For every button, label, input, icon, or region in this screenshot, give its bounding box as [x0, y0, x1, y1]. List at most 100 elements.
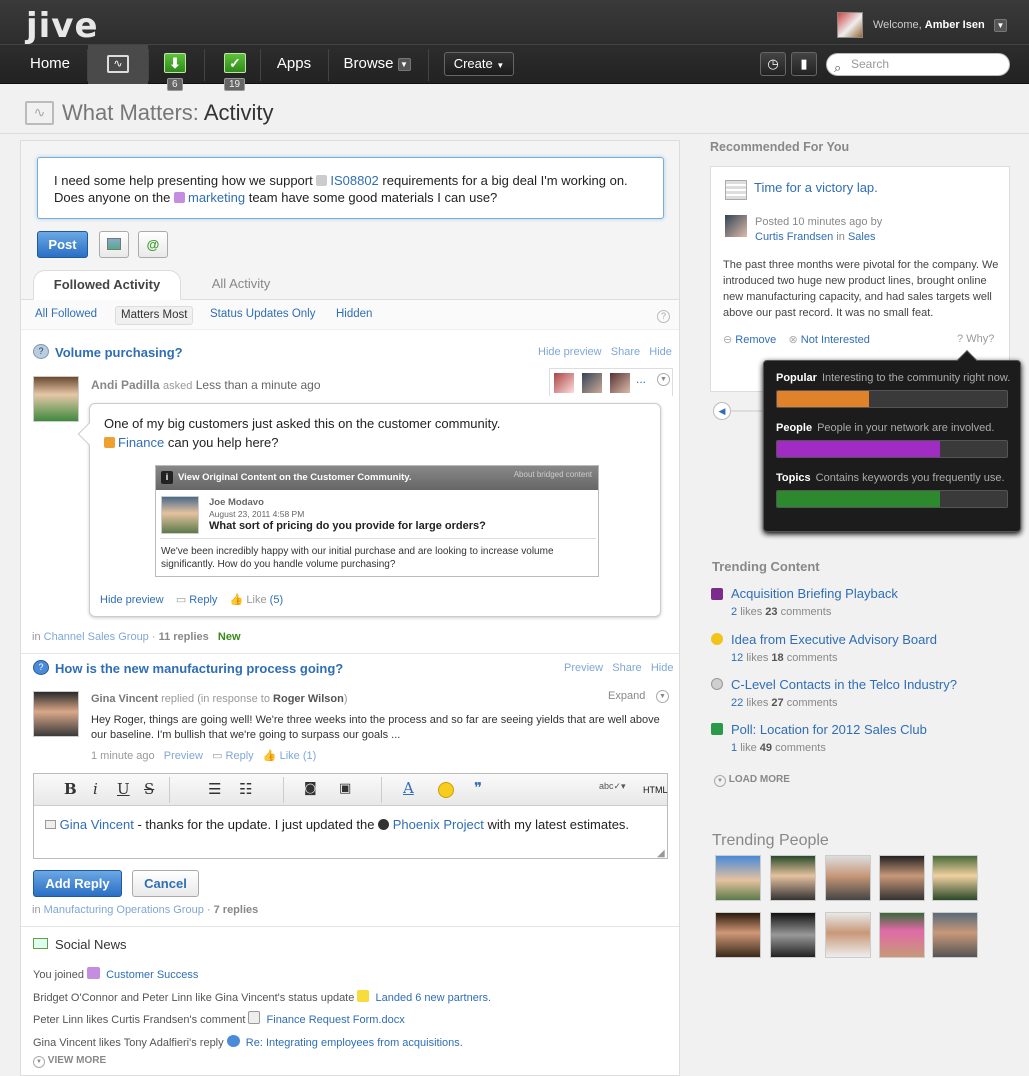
composer-group-link[interactable]: marketing [188, 190, 245, 205]
nav-apps[interactable]: Apps [262, 45, 326, 84]
avatar[interactable] [825, 855, 871, 901]
trending-item-title[interactable]: Poll: Location for 2012 Sales Club [731, 722, 927, 737]
like-count[interactable]: (5) [270, 594, 283, 606]
bridge-header-link[interactable]: View Original Content on the Customer Co… [178, 472, 411, 483]
user-avatar[interactable] [837, 12, 863, 38]
news-link[interactable]: Re: Integrating employees from acquisiti… [246, 1037, 463, 1049]
reply-link[interactable]: Reply [189, 594, 217, 606]
filter-hidden[interactable]: Hidden [331, 306, 377, 325]
why-link[interactable]: ? Why? [957, 333, 994, 345]
spellcheck-icon[interactable]: abc✓▾ [599, 781, 626, 792]
quote-icon[interactable]: ❞ [474, 779, 482, 797]
group-link[interactable]: Sales [848, 231, 876, 243]
user-menu-chevron-icon[interactable]: ▼ [994, 19, 1007, 32]
group-link[interactable]: Channel Sales Group [44, 631, 149, 643]
video-icon[interactable]: ▣ [339, 781, 351, 796]
tasks-icon[interactable]: ✓ [224, 53, 246, 73]
avatar[interactable] [725, 215, 747, 237]
numbered-list-icon[interactable]: ☷ [239, 780, 252, 798]
avatar[interactable] [879, 855, 925, 901]
avatar[interactable] [161, 496, 199, 534]
nav-browse[interactable]: Browse ▼ [334, 45, 420, 84]
search-input[interactable]: ⌕ Search [826, 53, 1010, 76]
remove-link[interactable]: Remove [735, 334, 776, 346]
preview-link[interactable]: Preview [164, 750, 203, 762]
hide-preview-link[interactable]: Hide preview [538, 346, 602, 358]
html-toggle[interactable]: HTML [643, 785, 668, 795]
response-to-link[interactable]: Roger Wilson [273, 693, 344, 705]
share-link[interactable]: Share [611, 346, 640, 358]
avatar[interactable] [879, 912, 925, 958]
like-link[interactable]: Like [280, 750, 300, 762]
post-button[interactable]: Post [37, 231, 88, 258]
hide-preview-link[interactable]: Hide preview [100, 594, 164, 606]
filter-status-updates[interactable]: Status Updates Only [205, 306, 320, 325]
share-link[interactable]: Share [612, 662, 641, 674]
trending-item-title[interactable]: Idea from Executive Advisory Board [731, 632, 937, 647]
reply-link[interactable]: Reply [226, 750, 254, 762]
project-link[interactable]: Phoenix Project [393, 817, 484, 832]
mention-link[interactable]: Gina Vincent [60, 817, 134, 832]
history-clock-icon[interactable]: ◷ [760, 52, 786, 76]
avatar[interactable] [932, 855, 978, 901]
author-link[interactable]: Andi Padilla [91, 378, 160, 392]
help-icon[interactable]: ? [657, 310, 670, 323]
status-composer[interactable]: I need some help presenting how we suppo… [37, 157, 664, 219]
user-name[interactable]: Amber Isen [925, 19, 985, 31]
news-link[interactable]: Finance Request Form.docx [267, 1014, 405, 1026]
group-link[interactable]: Manufacturing Operations Group [44, 904, 204, 916]
chevron-down-icon[interactable]: ▼ [657, 373, 670, 386]
item-title-volume-purchasing[interactable]: Volume purchasing? [55, 345, 183, 360]
nav-activity[interactable]: ∿ [88, 45, 148, 84]
about-bridged-link[interactable]: About bridged content [514, 466, 592, 484]
view-more-link[interactable]: ▼ VIEW MORE [33, 1055, 106, 1068]
hide-link[interactable]: Hide [649, 346, 672, 358]
avatar[interactable] [554, 373, 574, 393]
carousel-prev-icon[interactable]: ◀ [713, 402, 731, 420]
emoticon-icon[interactable] [438, 782, 454, 798]
filter-matters-most[interactable]: Matters Most [115, 306, 194, 325]
filter-all-followed[interactable]: All Followed [30, 306, 102, 325]
add-reply-button[interactable]: Add Reply [33, 870, 122, 897]
tab-followed-activity[interactable]: Followed Activity [33, 270, 181, 300]
tab-all-activity[interactable]: All Activity [191, 270, 291, 300]
avatar[interactable] [582, 373, 602, 393]
avatar[interactable] [770, 855, 816, 901]
bookmark-icon[interactable]: ▮ [791, 52, 817, 76]
news-link[interactable]: Landed 6 new partners. [375, 992, 491, 1004]
trending-item-title[interactable]: C-Level Contacts in the Telco Industry? [731, 677, 957, 692]
more-participants-link[interactable]: ... [636, 372, 646, 386]
camera-icon[interactable]: ◙ [304, 781, 317, 796]
item-title-manufacturing[interactable]: How is the new manufacturing process goi… [55, 661, 343, 676]
composer-tag-link[interactable]: IS08802 [330, 173, 378, 188]
hide-link[interactable]: Hide [651, 662, 674, 674]
bullet-list-icon[interactable]: ☰ [208, 780, 221, 798]
preview-link[interactable]: Preview [564, 662, 603, 674]
bold-icon[interactable]: B [64, 780, 77, 798]
resize-handle-icon[interactable]: ◢ [657, 848, 665, 859]
mention-button[interactable]: @ [138, 231, 168, 258]
author-link[interactable]: Gina Vincent [91, 693, 158, 705]
not-interested-link[interactable]: Not Interested [801, 334, 870, 346]
like-link[interactable]: Like [246, 594, 266, 606]
create-button[interactable]: Create ▼ [444, 52, 514, 76]
finance-group-link[interactable]: Finance [118, 435, 164, 450]
avatar[interactable] [610, 373, 630, 393]
chevron-down-icon[interactable]: ▼ [656, 690, 669, 703]
expand-link[interactable]: Expand [608, 690, 645, 702]
author-link[interactable]: Curtis Frandsen [755, 231, 833, 243]
italic-icon[interactable]: i [93, 780, 98, 798]
replies-count[interactable]: 7 replies [214, 904, 259, 916]
insert-image-button[interactable] [99, 231, 129, 258]
news-link[interactable]: Customer Success [106, 969, 198, 981]
inbox-icon[interactable]: ⬇ [164, 53, 186, 73]
avatar[interactable] [770, 912, 816, 958]
avatar[interactable] [825, 912, 871, 958]
font-style-icon[interactable]: A [403, 779, 414, 797]
jive-logo[interactable]: jive [26, 6, 99, 46]
trending-item-title[interactable]: Acquisition Briefing Playback [731, 586, 898, 601]
avatar[interactable] [715, 855, 761, 901]
underline-icon[interactable]: U [117, 780, 130, 798]
like-count[interactable]: (1) [303, 750, 316, 762]
avatar[interactable] [932, 912, 978, 958]
